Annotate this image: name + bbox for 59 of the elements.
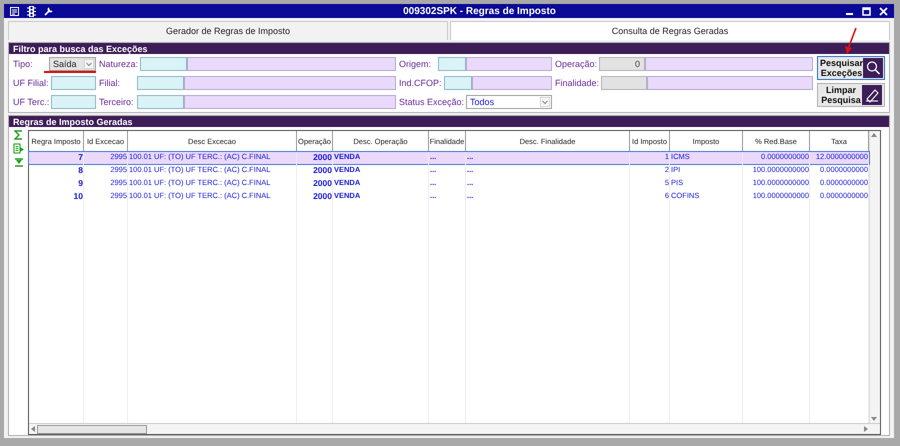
panel-header: Filtro para busca das Exceções xyxy=(9,43,889,54)
scroll-right-icon[interactable] xyxy=(862,425,870,433)
description-field[interactable] xyxy=(466,57,552,71)
list-icon[interactable] xyxy=(10,6,19,16)
input-field[interactable] xyxy=(50,76,96,90)
tab[interactable]: Gerador de Regras de Imposto xyxy=(8,21,448,40)
table-cell-text: 9 xyxy=(77,178,84,190)
export-icon[interactable] xyxy=(12,143,24,155)
table-cell-text: 8 xyxy=(77,165,84,177)
input-field[interactable] xyxy=(51,95,96,109)
description-field[interactable] xyxy=(647,76,813,90)
maximize-icon[interactable] xyxy=(862,6,871,16)
description-field[interactable] xyxy=(184,95,396,109)
field-label: UF Filial: xyxy=(13,78,50,88)
chevron-icon xyxy=(540,97,550,107)
traffic-light-icon[interactable] xyxy=(27,6,36,16)
horizontal-scrollbar[interactable] xyxy=(29,423,880,435)
code-field[interactable] xyxy=(137,76,184,90)
annotation-underline xyxy=(44,71,96,73)
eraser-icon xyxy=(862,85,882,105)
sigma-icon[interactable] xyxy=(14,130,23,140)
code-field[interactable] xyxy=(140,57,188,71)
table-cell-text: 7 xyxy=(77,152,84,164)
field-label: Tipo: xyxy=(13,59,34,69)
annotation-arrow xyxy=(844,27,858,55)
vertical-scrollbar[interactable] xyxy=(869,131,880,423)
table-cell-text: 2000 xyxy=(312,178,333,190)
panel-header: Regras de Imposto Geradas xyxy=(9,116,889,127)
table-cell-text: 2000 xyxy=(312,165,333,177)
field-label: Origem: xyxy=(399,59,432,69)
search-icon xyxy=(863,58,884,78)
field-label: Terceiro: xyxy=(99,97,135,107)
field-label: Status Exceção: xyxy=(399,97,466,107)
code-field[interactable] xyxy=(444,76,472,90)
dropdown[interactable]: Todos xyxy=(466,95,552,109)
field-label: Ind.CFOP: xyxy=(399,78,443,88)
tab[interactable]: Consulta de Regras Geradas xyxy=(450,21,890,40)
window-title: 009302SPK - Regras de Imposto xyxy=(402,6,557,16)
expand-icon[interactable] xyxy=(14,158,24,167)
code-field[interactable] xyxy=(438,57,466,71)
scroll-up-icon[interactable] xyxy=(870,131,878,139)
clear-button[interactable]: Limpar Pesquisa xyxy=(817,83,885,107)
table-cell-text: 2000 xyxy=(312,191,333,203)
wrench-icon[interactable] xyxy=(44,6,54,16)
field-label: Operação: xyxy=(555,59,598,69)
field-label: UF Terc.: xyxy=(13,97,50,107)
close-icon[interactable] xyxy=(879,6,888,16)
field-label: Finalidade: xyxy=(555,78,600,88)
chevron-icon xyxy=(84,59,94,69)
description-field[interactable] xyxy=(187,57,396,71)
table-cell-text: 10 xyxy=(72,191,84,203)
table-cell-text: 2000 xyxy=(312,152,333,164)
field-label: Filial: xyxy=(99,78,122,88)
field-label: Natureza: xyxy=(99,59,140,69)
description-field[interactable] xyxy=(472,76,552,90)
description-field[interactable] xyxy=(184,76,396,90)
description-field[interactable] xyxy=(645,57,813,71)
code-field[interactable] xyxy=(137,95,184,109)
scroll-left-icon[interactable] xyxy=(29,425,37,433)
